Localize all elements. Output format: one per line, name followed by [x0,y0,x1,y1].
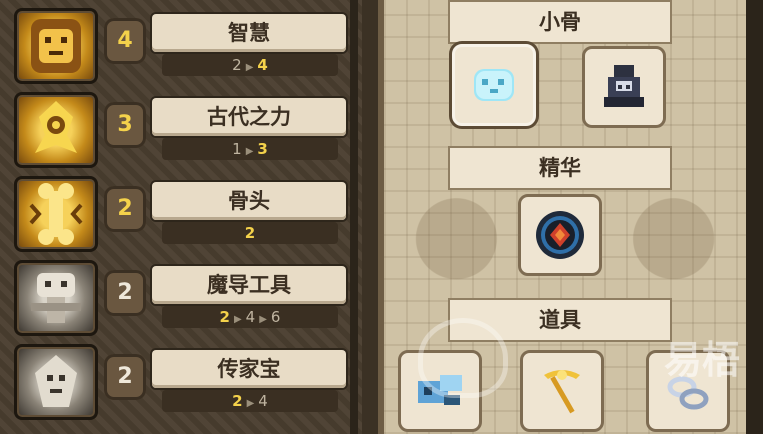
synergy-count-badge: 2 [104,186,146,232]
tier-value: 3 [257,140,268,158]
tier-arrow-icon: ▶ [246,398,255,409]
ancient-power-icon [14,92,98,168]
synergy-name: 智慧 [152,14,346,52]
synergy-name: 骨头 [152,182,346,220]
synergy-tier-strip: 2 ▶ 4 ▶ 6 [162,306,338,328]
tier-value: 4 [258,392,268,410]
tier-value: 2 [232,392,243,410]
synergy-name: 古代之力 [152,98,346,136]
skull-section-title: 小骨 [448,0,672,44]
heirloom-icon [14,344,98,420]
synergy-row[interactable]: 2 魔导工具 2 ▶ 4 ▶ 6 [0,256,350,340]
synergy-tier-strip: 2 ▶ 4 [162,390,338,412]
synergy-row[interactable]: 2 传家宝 2 ▶ 4 [0,340,350,424]
bone-icon [14,176,98,252]
tier-arrow-icon: ▶ [245,62,254,73]
tier-value: 6 [270,308,281,326]
synergy-name: 传家宝 [152,350,346,388]
synergy-row[interactable]: 3 古代之力 1 ▶ 3 [0,88,350,172]
tier-arrow-icon: ▶ [245,146,254,157]
tier-value: 1 [232,140,242,158]
synergy-row[interactable]: 4 智慧 2 ▶ 4 [0,4,350,88]
tier-arrow-icon: ▶ [233,314,242,325]
essence-orb-icon [536,211,584,259]
golden-pickaxe-icon [544,370,580,414]
essence-slot[interactable] [518,194,602,276]
skull-slot-2[interactable] [582,46,666,128]
synergy-tier-strip: 1 ▶ 3 [162,138,338,160]
synergy-name: 魔导工具 [152,266,346,304]
skull-slot-1[interactable] [452,44,536,126]
panel-divider [350,0,358,434]
synergy-count-badge: 4 [104,18,146,64]
synergy-tier-strip: 2 [162,222,338,244]
essence-section-title: 精华 [448,146,672,190]
synergy-count-badge: 2 [104,354,146,400]
watermark-logo-icon [418,318,508,398]
item-slot-2[interactable] [520,350,604,432]
synergy-count-badge: 3 [104,102,146,148]
magic-tool-icon [14,260,98,336]
lion-face-icon [14,8,98,84]
tier-value: 2 [232,56,242,74]
panel-edge [746,0,763,434]
item-slot-3[interactable] [646,350,730,432]
synergy-count-badge: 2 [104,270,146,316]
silver-chain-icon [667,376,709,410]
tier-value: 2 [219,308,230,326]
synergy-tier-strip: 2 ▶ 4 [162,54,338,76]
tier-value: 4 [257,56,268,74]
ghost-skull-icon [474,69,514,101]
dark-knight-icon [604,65,644,107]
tier-value: 2 [244,224,256,242]
tier-value: 4 [245,308,256,326]
tier-arrow-icon: ▶ [259,314,267,325]
synergy-row[interactable]: 2 骨头 2 [0,172,350,256]
